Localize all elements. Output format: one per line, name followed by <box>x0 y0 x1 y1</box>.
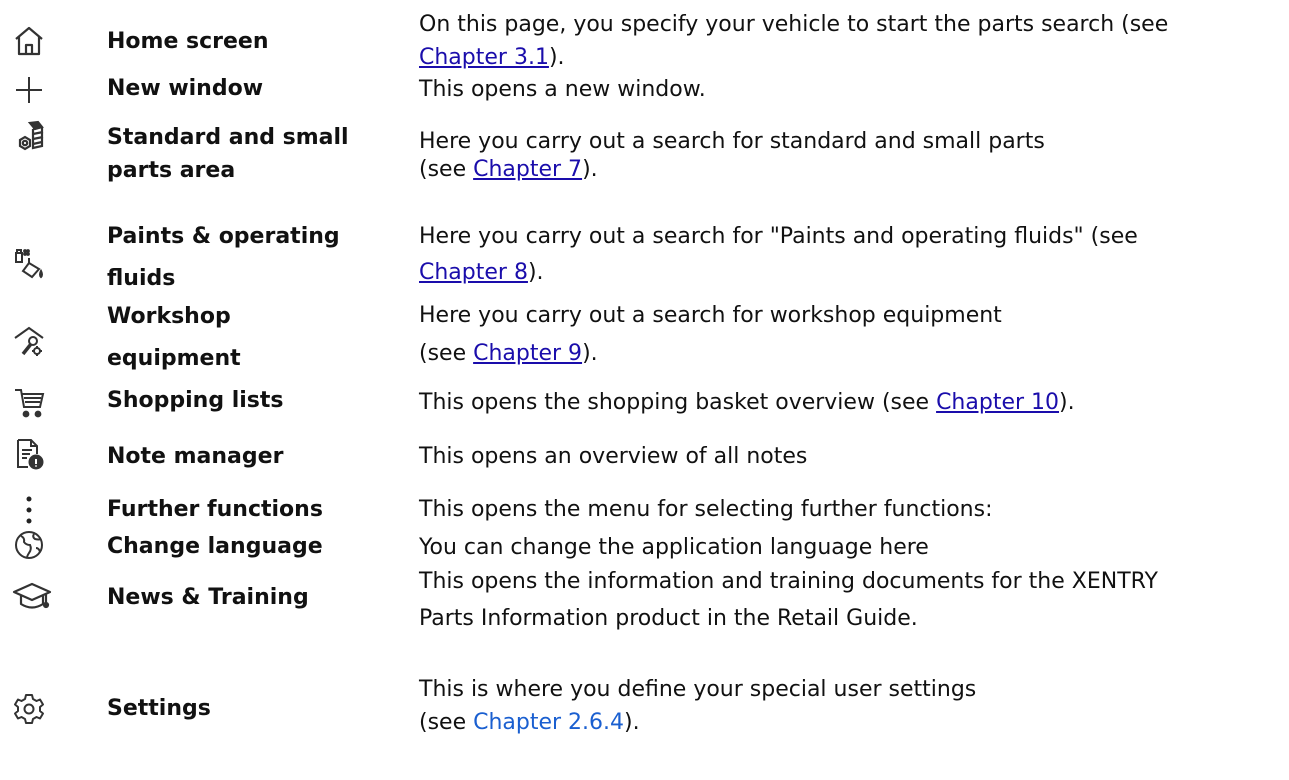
news-training-label: News & Training <box>107 585 309 610</box>
chapter-8-link[interactable]: Chapter 8 <box>419 260 528 285</box>
chapter-3-1-link[interactable]: Chapter 3.1 <box>419 45 549 70</box>
standard-small-parts-description: Here you carry out a search for standard… <box>419 129 1045 182</box>
change-language-description: You can change the application language … <box>419 535 929 560</box>
chapter-2-6-4-link[interactable]: Chapter 2.6.4 <box>473 710 624 735</box>
workshop-equipment-label: Workshop equipment <box>107 304 241 371</box>
new-window-label: New window <box>107 76 264 101</box>
new-window-description: This opens a new window. <box>419 77 706 102</box>
chapter-7-link[interactable]: Chapter 7 <box>473 157 582 182</box>
shopping-lists-description: This opens the shopping basket overview … <box>419 390 1075 415</box>
further-functions-description: This opens the menu for selecting furthe… <box>419 497 993 522</box>
home-icon[interactable] <box>12 24 46 58</box>
settings-description: This is where you define your special us… <box>419 677 977 735</box>
note-manager-description: This opens an overview of all notes <box>419 444 808 469</box>
home-screen-description: On this page, you specify your vehicle t… <box>419 12 1169 70</box>
news-training-description: This opens the information and training … <box>419 569 1158 631</box>
paint-bucket-icon[interactable] <box>12 247 46 281</box>
paints-fluids-label: Paints & operating fluids <box>107 224 340 291</box>
home-screen-label: Home screen <box>107 29 269 54</box>
workshop-tools-icon[interactable] <box>12 324 46 358</box>
workshop-equipment-description: Here you carry out a search for workshop… <box>419 303 1002 366</box>
note-info-icon[interactable] <box>12 437 46 471</box>
chapter-9-link[interactable]: Chapter 9 <box>473 341 582 366</box>
more-vertical-icon[interactable] <box>12 494 46 528</box>
paints-fluids-description: Here you carry out a search for "Paints … <box>419 224 1138 285</box>
graduation-cap-icon[interactable] <box>12 580 52 614</box>
change-language-label: Change language <box>107 534 323 559</box>
gear-icon[interactable] <box>12 692 46 726</box>
shopping-lists-label: Shopping lists <box>107 388 284 413</box>
standard-small-parts-label: Standard and small parts area <box>107 125 349 183</box>
further-functions-label: Further functions <box>107 497 323 522</box>
plus-icon[interactable] <box>12 73 46 107</box>
chapter-10-link[interactable]: Chapter 10 <box>936 390 1059 415</box>
bolt-nut-icon[interactable] <box>12 120 46 154</box>
settings-label: Settings <box>107 696 211 721</box>
note-manager-label: Note manager <box>107 444 284 469</box>
shopping-cart-icon[interactable] <box>12 387 46 421</box>
globe-icon[interactable] <box>12 528 46 562</box>
